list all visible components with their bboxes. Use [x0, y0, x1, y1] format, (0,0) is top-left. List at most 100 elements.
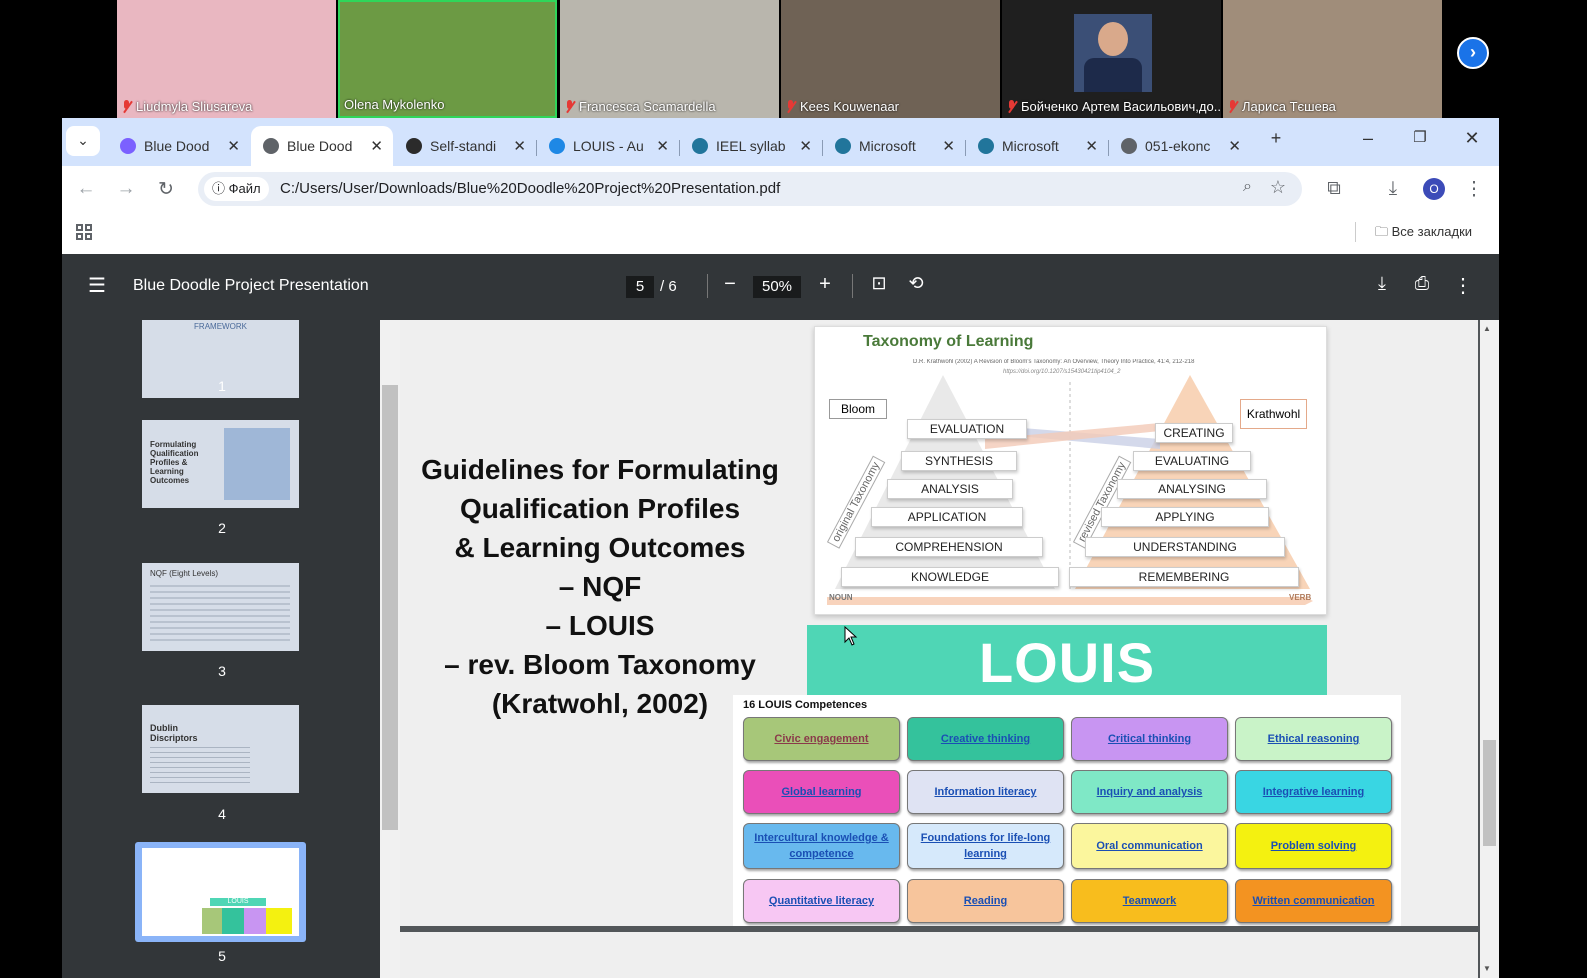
bloom-level: COMPREHENSION — [855, 537, 1043, 557]
browser-tab[interactable]: Blue Dood ✕ — [108, 126, 250, 166]
participant-tile[interactable]: Olena Mykolenko — [338, 0, 557, 118]
zoom-input[interactable]: 50% — [753, 276, 801, 298]
page-thumbnail-4[interactable]: Dublin Discriptors — [142, 705, 299, 793]
competence-link[interactable]: Oral communication — [1071, 823, 1228, 869]
browser-toolbar: ← → ↻ ⓘ Файл C:/Users/User/Downloads/Blu… — [62, 166, 1499, 212]
revised-level: ANALYSING — [1117, 479, 1267, 499]
browser-tab[interactable]: Blue Dood ✕ — [251, 126, 393, 166]
competence-link[interactable]: Foundations for life-long learning — [907, 823, 1064, 869]
forward-button[interactable]: → — [114, 178, 138, 200]
competence-link[interactable]: Ethical reasoning — [1235, 717, 1392, 761]
minimize-button[interactable]: – — [1348, 128, 1388, 149]
site-info-chip[interactable]: ⓘ Файл — [204, 177, 269, 201]
competence-link[interactable]: Written communication — [1235, 879, 1392, 923]
tab-title: Blue Dood — [144, 138, 210, 154]
scroll-down-icon[interactable]: ▼ — [1483, 964, 1491, 973]
pdf-more-icon[interactable]: ⋮ — [1449, 273, 1477, 298]
address-bar[interactable]: ⓘ Файл C:/Users/User/Downloads/Blue%20Do… — [198, 172, 1302, 206]
competence-link[interactable]: Teamwork — [1071, 879, 1228, 923]
revised-level: APPLYING — [1101, 507, 1269, 527]
competence-link[interactable]: Information literacy — [907, 770, 1064, 814]
zoom-out-button[interactable]: − — [716, 273, 744, 296]
tab-favicon-icon — [1121, 138, 1137, 154]
browser-tab[interactable]: IEEL syllab ✕ — [680, 126, 822, 166]
sidebar-scrollbar-thumb[interactable] — [382, 385, 398, 830]
reload-button[interactable]: ↻ — [154, 178, 178, 201]
competence-link[interactable]: Inquiry and analysis — [1071, 770, 1228, 814]
competence-link[interactable]: Reading — [907, 879, 1064, 923]
zoom-in-button[interactable]: + — [811, 273, 839, 296]
close-window-button[interactable]: ✕ — [1452, 128, 1492, 149]
noun-label: NOUN — [829, 593, 853, 602]
tab-close-icon[interactable]: ✕ — [1085, 137, 1098, 155]
bloom-level: KNOWLEDGE — [841, 567, 1059, 587]
browser-menu-icon[interactable]: ⋮ — [1462, 178, 1486, 201]
sidebar-scrollbar[interactable] — [380, 320, 400, 978]
print-icon[interactable]: ⎙ — [1408, 273, 1436, 294]
browser-tab[interactable]: LOUIS - Au ✕ — [537, 126, 679, 166]
slide-heading-line: Qualification Profiles — [459, 493, 741, 524]
mic-muted-icon — [564, 100, 576, 113]
tab-title: IEEL syllab — [716, 138, 786, 154]
download-icon[interactable]: ⤓ — [1381, 178, 1405, 200]
profile-avatar[interactable]: O — [1423, 178, 1445, 200]
next-page-edge — [400, 932, 1478, 978]
competence-link[interactable]: Quantitative literacy — [743, 879, 900, 923]
tab-close-icon[interactable]: ✕ — [370, 137, 383, 155]
tab-close-icon[interactable]: ✕ — [799, 137, 812, 155]
main-scrollbar-thumb[interactable] — [1483, 740, 1496, 846]
zoom-icon[interactable]: ⌕ — [1243, 178, 1252, 196]
tab-favicon-icon — [835, 138, 851, 154]
tab-search-button[interactable]: ⌄ — [66, 126, 100, 156]
scroll-up-icon[interactable]: ▲ — [1483, 324, 1491, 333]
browser-tab[interactable]: Self-standi ✕ — [394, 126, 536, 166]
bookmarks-bar: 🗀 Все закладки — [62, 212, 1499, 254]
all-bookmarks-button[interactable]: 🗀 Все закладки — [1375, 223, 1472, 245]
apps-grid-icon[interactable] — [76, 224, 93, 241]
competence-link[interactable]: Global learning — [743, 770, 900, 814]
competence-link[interactable]: Integrative learning — [1235, 770, 1392, 814]
page-number-input[interactable]: 5 — [626, 276, 654, 298]
mic-muted-icon — [1006, 100, 1018, 113]
bookmark-star-icon[interactable]: ☆ — [1270, 177, 1286, 198]
restore-button[interactable]: ❐ — [1400, 128, 1440, 146]
back-button[interactable]: ← — [74, 178, 98, 200]
participant-tile[interactable]: Francesca Scamardella — [560, 0, 779, 118]
tab-close-icon[interactable]: ✕ — [942, 137, 955, 155]
participant-tile[interactable]: Бойченко Артем Васильович,до... — [1002, 0, 1221, 118]
participant-name: Лариса Тєшева — [1242, 99, 1336, 114]
menu-icon[interactable]: ☰ — [83, 273, 111, 298]
competence-link[interactable]: Problem solving — [1235, 823, 1392, 869]
pdf-download-icon[interactable]: ⤓ — [1368, 273, 1396, 294]
competence-link[interactable]: Civic engagement — [743, 717, 900, 761]
revised-level: REMEMBERING — [1069, 567, 1299, 587]
participant-tile[interactable]: Liudmyla Sliusareva — [117, 0, 336, 118]
page-thumbnail-2[interactable]: Formulating Qualification Profiles & Lea… — [142, 420, 299, 508]
tab-close-icon[interactable]: ✕ — [513, 137, 526, 155]
browser-tab[interactable]: Microsoft ✕ — [823, 126, 965, 166]
tab-close-icon[interactable]: ✕ — [656, 137, 669, 155]
main-scrollbar[interactable]: ▲ ▼ — [1480, 320, 1499, 978]
browser-tab[interactable]: Microsoft ✕ — [966, 126, 1108, 166]
extensions-icon[interactable]: ⧉ — [1322, 178, 1346, 200]
competences-panel: 16 LOUIS Competences Civic engagement Cre… — [733, 695, 1401, 926]
fit-page-icon[interactable]: ⊡ — [865, 273, 893, 294]
folder-icon: 🗀 — [1375, 224, 1392, 239]
participant-tile[interactable]: Лариса Тєшева — [1223, 0, 1442, 118]
document-title: Blue Doodle Project Presentation — [133, 277, 369, 294]
competence-link[interactable]: Critical thinking — [1071, 717, 1228, 761]
tab-close-icon[interactable]: ✕ — [227, 137, 240, 155]
participant-tile[interactable]: Kees Kouwenaar — [781, 0, 1000, 118]
slide-heading-line: – NQF — [558, 571, 642, 602]
next-participants-button[interactable]: › — [1457, 37, 1489, 69]
rotate-icon[interactable]: ⟲ — [902, 273, 930, 294]
bloom-label: Bloom — [829, 399, 887, 419]
page-thumbnail-5-selected[interactable]: LOUIS — [135, 842, 306, 942]
new-tab-button[interactable]: + — [1256, 128, 1296, 149]
competence-link[interactable]: Intercultural knowledge & competence — [743, 823, 900, 869]
bloom-level: EVALUATION — [907, 419, 1027, 439]
browser-tab[interactable]: 051-ekonc ✕ — [1109, 126, 1251, 166]
page-thumbnail-3[interactable]: NQF (Eight Levels) — [142, 563, 299, 651]
competence-link[interactable]: Creative thinking — [907, 717, 1064, 761]
tab-close-icon[interactable]: ✕ — [1228, 137, 1241, 155]
